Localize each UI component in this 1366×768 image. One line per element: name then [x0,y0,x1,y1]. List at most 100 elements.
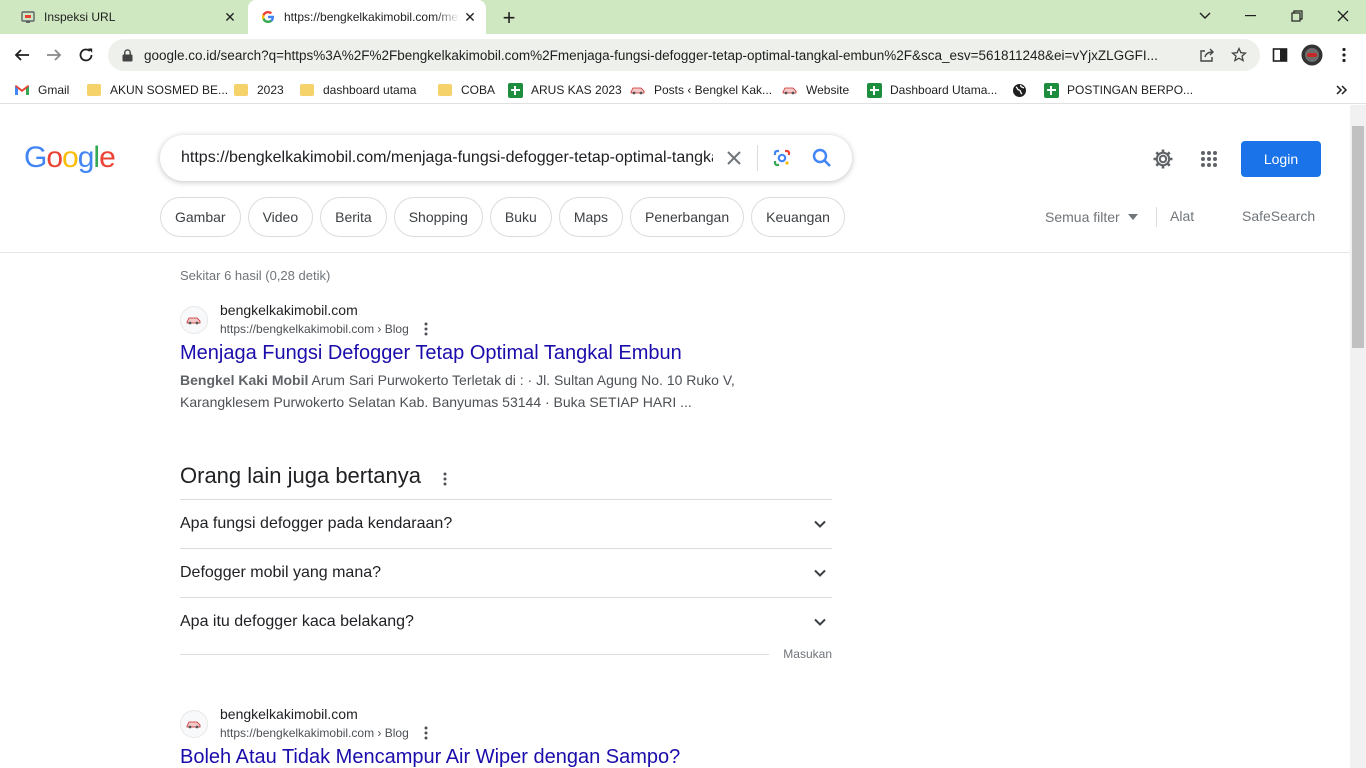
bookmark-website[interactable]: Website [782,80,849,100]
result-url: https://bengkelkakimobil.com › Blog [220,726,409,740]
tools-button[interactable]: Alat [1170,208,1194,224]
tab-search-icon[interactable] [1182,0,1228,32]
search-filter-chips: Gambar Video Berita Shopping Buku Maps P… [160,197,845,237]
chevron-down-icon [814,618,826,626]
all-filters-button[interactable]: Semua filter [1045,209,1138,225]
google-apps-icon[interactable] [1197,147,1221,171]
tab-inspeksi-url[interactable]: Inspeksi URL ✕ [0,0,246,34]
paa-options-icon[interactable] [438,472,452,486]
bookmark-label: ARUS KAS 2023 [531,83,622,97]
snippet-line-1: Arum Sari Purwokerto Terletak di : · Jl.… [308,372,735,388]
result-source[interactable]: bengkelkakimobil.com https://bengkelkaki… [180,706,832,740]
close-window-icon[interactable] [1320,0,1366,32]
paa-heading: Orang lain juga bertanya [180,463,421,488]
bookmark-star-icon[interactable] [1230,46,1248,64]
chip-buku[interactable]: Buku [489,197,552,237]
snippet-bold: Bengkel Kaki Mobil [180,372,309,388]
chip-gambar[interactable]: Gambar [160,197,241,237]
bookmark-label: AKUN SOSMED BE... [110,83,229,97]
feedback-divider [180,654,769,655]
site-favicon-icon [180,710,208,738]
chip-keuangan[interactable]: Keuangan [751,197,845,237]
address-text: google.co.id/search?q=https%3A%2F%2Fbeng… [144,47,1158,63]
close-tab-icon[interactable]: ✕ [460,7,480,27]
bookmark-dashboard-utama-sheet[interactable]: Dashboard Utama... [866,80,997,100]
close-tab-icon[interactable]: ✕ [220,7,240,27]
result-options-icon[interactable] [419,322,433,336]
result-title-link[interactable]: Menjaga Fungsi Defogger Tetap Optimal Ta… [180,340,832,366]
result-source[interactable]: bengkelkakimobil.com https://bengkelkaki… [180,302,832,336]
bookmark-coba[interactable]: COBA [437,80,495,100]
back-icon[interactable] [8,41,36,69]
paa-question[interactable]: Apa itu defogger kaca belakang? [180,597,832,646]
bookmark-dashboard-utama[interactable]: dashboard utama [299,80,416,100]
reload-icon[interactable] [72,41,100,69]
bookmark-posts[interactable]: Posts ‹ Bengkel Kak... [630,80,772,100]
side-panel-icon[interactable] [1266,41,1294,69]
chip-penerbangan[interactable]: Penerbangan [630,197,745,237]
search-box[interactable]: https://bengkelkakimobil.com/menjaga-fun… [160,135,852,181]
tab-google-search[interactable]: https://bengkelkakimobil.com/menjaga-fun… [248,0,486,34]
search-header: Google https://bengkelkakimobil.com/menj… [0,105,1350,253]
search-result: bengkelkakimobil.com https://bengkelkaki… [180,706,832,768]
bookmark-postingan[interactable]: POSTINGAN BERPO... [1043,80,1193,100]
snippet-line-2: Karangklesem Purwokerto Selatan Kab. Ban… [180,394,692,410]
car-icon [630,82,646,98]
address-bar[interactable]: google.co.id/search?q=https%3A%2F%2Fbeng… [108,39,1260,71]
result-title-link[interactable]: Boleh Atau Tidak Mencampur Air Wiper den… [180,744,832,768]
search-input[interactable]: https://bengkelkakimobil.com/menjaga-fun… [181,149,713,167]
result-snippet: Bengkel Kaki Mobil Arum Sari Purwokerto … [180,369,832,413]
bookmark-akun-sosmed[interactable]: AKUN SOSMED BE... [86,80,228,100]
minimize-icon[interactable] [1228,0,1274,32]
share-icon[interactable] [1198,46,1216,64]
folder-icon [233,82,249,98]
result-url: https://bengkelkakimobil.com › Blog [220,322,409,336]
result-stats: Sekitar 6 hasil (0,28 detik) [180,268,331,283]
more-bookmarks-icon[interactable] [1336,80,1348,100]
tab-strip: Inspeksi URL ✕ https://bengkelkakimobil.… [0,0,1366,34]
bookmark-label: dashboard utama [323,83,417,97]
search-console-icon [20,9,36,25]
safesearch-button[interactable]: SafeSearch [1242,208,1315,224]
google-icon [260,9,276,25]
google-lens-icon[interactable] [771,147,793,169]
paa-question-text: Apa itu defogger kaca belakang? [180,613,414,630]
profile-avatar-icon[interactable] [1298,41,1326,69]
chip-shopping[interactable]: Shopping [393,197,483,237]
sheets-icon [866,82,882,98]
restore-icon[interactable] [1274,0,1320,32]
bookmark-label: POSTINGAN BERPO... [1067,83,1194,97]
site-favicon-icon [180,306,208,334]
bookmark-globe[interactable] [1011,80,1035,100]
clear-icon[interactable] [723,147,745,169]
login-button[interactable]: Login [1241,141,1321,177]
result-options-icon[interactable] [419,726,433,740]
lock-icon[interactable] [120,48,134,62]
sheets-icon [1043,82,1059,98]
chip-maps[interactable]: Maps [558,197,624,237]
tools-divider [1156,207,1157,227]
bookmark-arus-kas[interactable]: ARUS KAS 2023 [507,80,622,100]
bookmark-label: Website [806,83,850,97]
paa-feedback-row: Masukan [180,646,832,668]
paa-question[interactable]: Defogger mobil yang mana? [180,548,832,597]
google-logo[interactable]: Google [24,141,116,175]
paa-question-text: Defogger mobil yang mana? [180,564,382,581]
chip-berita[interactable]: Berita [320,197,387,237]
forward-icon[interactable] [40,41,68,69]
search-icon[interactable] [811,147,833,169]
search-divider [757,145,758,171]
feedback-link[interactable]: Masukan [783,647,832,661]
scrollbar-thumb[interactable] [1352,126,1364,348]
folder-icon [437,82,453,98]
paa-question[interactable]: Apa fungsi defogger pada kendaraan? [180,499,832,548]
settings-gear-icon[interactable] [1151,147,1175,171]
folder-icon [299,82,315,98]
bookmark-label: Posts ‹ Bengkel Kak... [654,83,773,97]
bookmark-gmail[interactable]: Gmail [14,80,69,100]
bookmark-2023[interactable]: 2023 [233,80,284,100]
more-menu-icon[interactable] [1330,41,1358,69]
tab-title: Inspeksi URL [44,10,116,24]
chip-video[interactable]: Video [247,197,314,237]
new-tab-icon[interactable]: + [498,7,520,29]
